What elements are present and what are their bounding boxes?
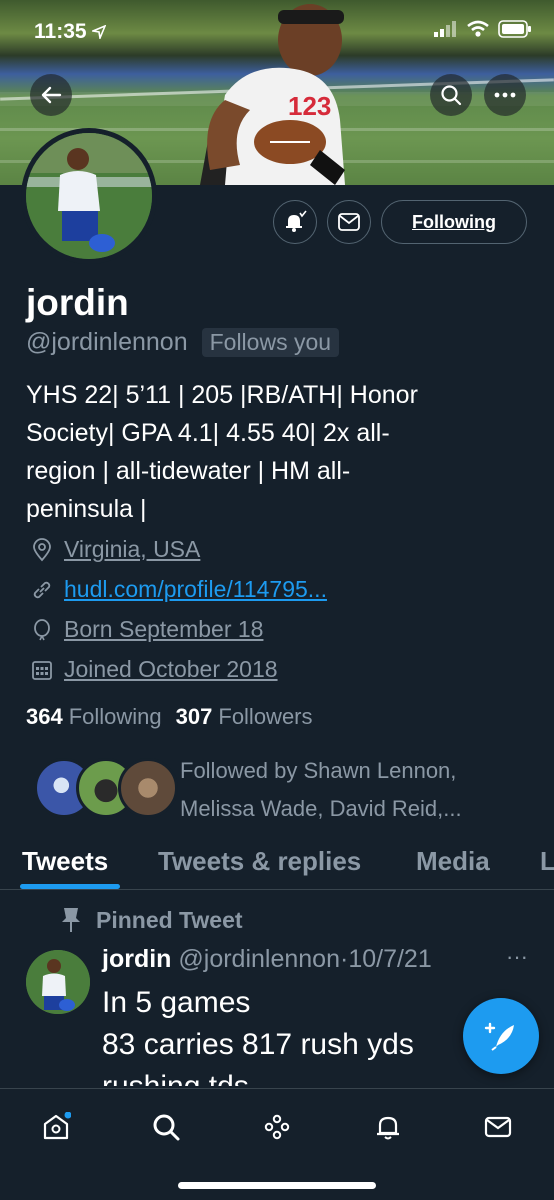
tab-media[interactable]: Media bbox=[416, 846, 490, 877]
mail-icon bbox=[484, 1116, 512, 1138]
balloon-icon bbox=[34, 618, 50, 640]
calendar-icon bbox=[32, 660, 52, 680]
avatar-image bbox=[26, 133, 152, 259]
tweet-author-name[interactable]: jordin bbox=[102, 945, 171, 973]
nav-messages[interactable] bbox=[478, 1107, 518, 1147]
status-bar: 11:35 bbox=[0, 0, 554, 60]
search-icon bbox=[153, 1114, 180, 1141]
website-row[interactable]: hudl.com/profile/114795... bbox=[30, 576, 327, 603]
tweet-author-handle[interactable]: @jordinlennon bbox=[178, 945, 340, 973]
tab-tweets-replies[interactable]: Tweets & replies bbox=[158, 846, 361, 877]
arrow-left-icon bbox=[41, 86, 62, 104]
link-icon bbox=[33, 581, 51, 598]
notifications-button[interactable] bbox=[273, 200, 317, 244]
profile-tabs: Tweets Tweets & replies Media L bbox=[0, 836, 554, 890]
joined-row: Joined October 2018 bbox=[30, 656, 278, 683]
search-button[interactable] bbox=[430, 74, 472, 116]
home-indicator bbox=[178, 1182, 376, 1189]
compose-tweet-button[interactable] bbox=[463, 998, 539, 1074]
status-time: 11:35 bbox=[34, 20, 107, 44]
location-row: Virginia, USA bbox=[30, 536, 200, 563]
nav-search[interactable] bbox=[146, 1107, 186, 1147]
joined-text: Joined October 2018 bbox=[64, 656, 278, 682]
more-icon bbox=[494, 92, 516, 98]
spaces-icon bbox=[264, 1114, 290, 1140]
pinned-indicator: Pinned Tweet bbox=[60, 906, 243, 934]
nav-spaces[interactable] bbox=[257, 1107, 297, 1147]
active-tab-indicator bbox=[20, 884, 120, 889]
tab-tweets[interactable]: Tweets bbox=[22, 846, 108, 877]
mail-icon bbox=[338, 213, 360, 231]
location-pin-icon bbox=[33, 537, 51, 561]
search-icon bbox=[441, 85, 462, 106]
website-link[interactable]: hudl.com/profile/114795... bbox=[64, 576, 327, 603]
svg-text:123: 123 bbox=[288, 91, 331, 121]
birthday-row: Born September 18 bbox=[30, 616, 263, 643]
bell-check-icon bbox=[286, 210, 307, 232]
wifi-icon bbox=[467, 20, 489, 37]
following-button[interactable]: Following bbox=[381, 200, 527, 244]
nav-notifications[interactable] bbox=[368, 1107, 408, 1147]
followers-count-link[interactable]: 307 Followers bbox=[176, 704, 313, 730]
tweet-avatar-image bbox=[26, 950, 90, 1014]
more-button[interactable] bbox=[484, 74, 526, 116]
followed-by-text[interactable]: Followed by Shawn Lennon, Melissa Wade, … bbox=[180, 752, 530, 828]
tweet-header: jordin @jordinlennon·10/7/21 bbox=[102, 945, 432, 973]
location-text: Virginia, USA bbox=[64, 536, 201, 562]
follow-counts: 364 Following 307 Followers bbox=[26, 704, 313, 730]
nav-home[interactable] bbox=[36, 1107, 76, 1147]
following-count-link[interactable]: 364 Following bbox=[26, 704, 162, 730]
birthday-text: Born September 18 bbox=[64, 616, 264, 642]
mutual-followers-avatars[interactable] bbox=[34, 758, 178, 820]
profile-bio: YHS 22| 5’11 | 205 |RB/ATH| Honor Societ… bbox=[26, 381, 418, 523]
bell-icon bbox=[377, 1116, 399, 1140]
profile-avatar[interactable] bbox=[21, 128, 157, 264]
message-button[interactable] bbox=[327, 200, 371, 244]
tweet-author-avatar[interactable] bbox=[26, 950, 90, 1014]
back-button[interactable] bbox=[30, 74, 72, 116]
profile-handle: @jordinlennon bbox=[26, 328, 188, 356]
tweet-date: 10/7/21 bbox=[348, 945, 432, 973]
cellular-signal-icon bbox=[434, 21, 456, 37]
tab-likes[interactable]: L bbox=[540, 846, 554, 877]
battery-icon bbox=[498, 20, 531, 38]
compose-icon bbox=[484, 1022, 514, 1051]
tweet-more-button[interactable]: ··· bbox=[506, 944, 528, 970]
home-icon bbox=[43, 1112, 71, 1140]
profile-name: jordin bbox=[26, 282, 129, 323]
mutual-avatar bbox=[118, 758, 178, 818]
tweet-text: In 5 games 83 carries 817 rush yds rushi… bbox=[102, 986, 414, 1086]
location-arrow-icon bbox=[90, 24, 107, 42]
pin-icon bbox=[62, 908, 80, 932]
follows-you-badge: Follows you bbox=[201, 328, 340, 357]
